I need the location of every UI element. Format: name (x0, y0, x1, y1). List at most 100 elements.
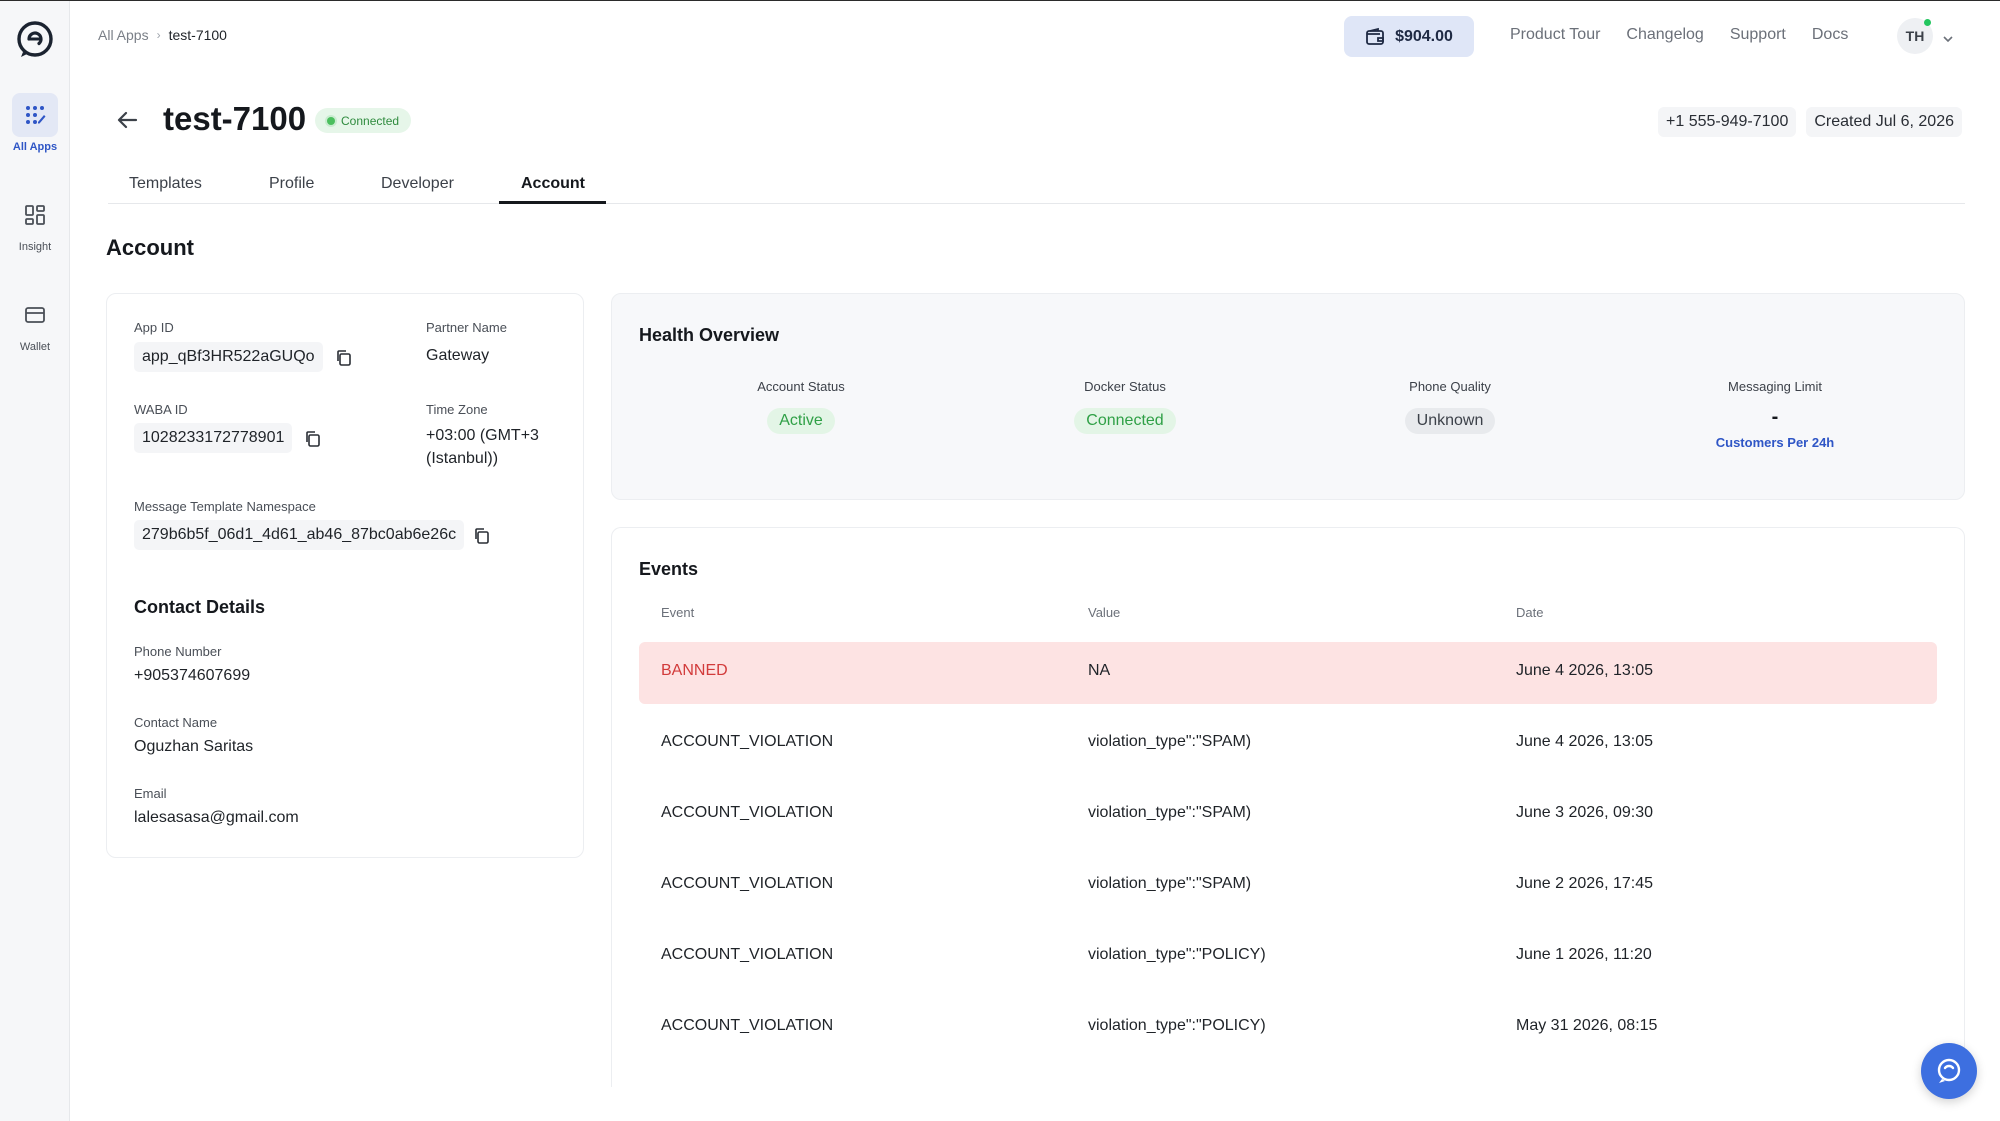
chevron-right-icon: › (156, 28, 161, 42)
docker-status-badge: Connected (1074, 408, 1176, 434)
health-overview-title: Health Overview (639, 325, 780, 345)
apps-icon (12, 93, 58, 137)
event-date: June 4 2026, 13:05 (1516, 662, 1654, 679)
window-top-border (0, 0, 2000, 1)
account-status-badge: Active (767, 408, 835, 434)
brand-logo-icon[interactable] (15, 19, 55, 59)
support-link[interactable]: Support (1730, 26, 1786, 44)
table-row: ACCOUNT_VIOLATION violation_type":"POLIC… (639, 997, 1937, 1059)
tab-bar: Templates Profile Developer Account (108, 165, 1965, 204)
status-badge: Connected (315, 108, 412, 133)
product-tour-link[interactable]: Product Tour (1510, 26, 1600, 44)
user-avatar[interactable]: TH (1897, 18, 1933, 54)
sidebar-item-insight[interactable]: Insight (0, 193, 70, 253)
event-value: violation_type":"POLICY) (1088, 946, 1266, 963)
contact-email-label: Email (134, 786, 167, 801)
sidebar-item-label: Insight (18, 241, 52, 253)
app-meta: +1 555-949-7100 Created Jul 6, 2026 (1658, 107, 1962, 137)
changelog-link[interactable]: Changelog (1626, 26, 1703, 44)
status-badge-label: Connected (341, 113, 400, 128)
messaging-limit-value: - (1771, 406, 1779, 428)
event-value: violation_type":"POLICY) (1088, 1017, 1266, 1034)
chat-icon (1937, 1058, 1961, 1083)
event-date: June 2 2026, 17:45 (1516, 875, 1654, 892)
sidebar-item-wallet[interactable]: Wallet (0, 293, 70, 353)
time-zone-label: Time Zone (426, 402, 488, 417)
online-status-dot (1924, 19, 1931, 26)
time-zone-value-line1: +03:00 (GMT+3 (426, 427, 539, 444)
waba-id-label: WABA ID (134, 402, 188, 417)
active-tab-indicator (499, 201, 606, 204)
event-date: May 31 2026, 08:15 (1516, 1017, 1658, 1034)
tab-developer[interactable]: Developer (381, 175, 454, 193)
sidebar-item-label: All Apps (12, 141, 58, 153)
breadcrumb: All Apps › test-7100 (98, 27, 227, 43)
contact-details-title: Contact Details (134, 597, 266, 617)
app-id-value: app_qBf3HR522aGUQo (134, 342, 323, 372)
table-row: BANNED NA June 4 2026, 13:05 (639, 642, 1937, 704)
table-row: ACCOUNT_VIOLATION violation_type":"POLIC… (639, 926, 1937, 988)
card-icon (12, 293, 58, 337)
event-date: June 1 2026, 11:20 (1516, 946, 1652, 963)
wallet-balance: $904.00 (1395, 27, 1453, 45)
breadcrumb-current: test-7100 (168, 27, 227, 43)
phone-quality-label: Phone Quality (1409, 379, 1491, 394)
copy-icon[interactable] (473, 527, 491, 550)
wallet-balance-button[interactable]: $904.00 (1344, 16, 1474, 57)
event-date: June 4 2026, 13:05 (1516, 733, 1654, 750)
sidebar: All Apps Insight Wallet (0, 1, 70, 1121)
app-phone-number: +1 555-949-7100 (1658, 107, 1797, 137)
events-card: Events Event Value Date BANNED NA June 4… (611, 527, 1965, 1087)
table-row: ACCOUNT_VIOLATION violation_type":"SPAM)… (639, 855, 1937, 917)
events-column-date: Date (1516, 605, 1544, 620)
events-title: Events (639, 559, 699, 579)
copy-icon[interactable] (335, 349, 353, 372)
table-row: ACCOUNT_VIOLATION violation_type":"SPAM)… (639, 784, 1937, 846)
contact-name-value: Oguzhan Saritas (134, 738, 254, 755)
events-column-event: Event (661, 605, 695, 620)
tab-templates[interactable]: Templates (129, 175, 202, 193)
event-name: ACCOUNT_VIOLATION (661, 1017, 834, 1034)
tab-account[interactable]: Account (521, 175, 585, 193)
table-row: ACCOUNT_VIOLATION violation_type":"SPAM)… (639, 713, 1937, 775)
event-value: violation_type":"SPAM) (1088, 733, 1252, 750)
namespace-label: Message Template Namespace (134, 499, 316, 514)
sidebar-item-label: Wallet (19, 341, 51, 353)
docker-status: Docker Status Connected (1025, 379, 1225, 434)
customers-per-24h-link[interactable]: Customers Per 24h (1675, 435, 1875, 450)
namespace-value: 279b6b5f_06d1_4d61_ab46_87bc0ab6e26c (134, 520, 465, 550)
docker-status-label: Docker Status (1084, 379, 1166, 394)
event-value: violation_type":"SPAM) (1088, 875, 1252, 892)
event-name: ACCOUNT_VIOLATION (661, 875, 834, 892)
account-details-card: App ID app_qBf3HR522aGUQo Partner Name G… (106, 293, 584, 858)
docs-link[interactable]: Docs (1812, 26, 1848, 44)
partner-name-value: Gateway (426, 347, 490, 364)
sidebar-item-all-apps[interactable]: All Apps (0, 93, 70, 153)
grid-icon (12, 193, 58, 237)
health-overview-card: Health Overview Account Status Active Do… (611, 293, 1965, 500)
event-date: June 3 2026, 09:30 (1516, 804, 1654, 821)
events-column-value: Value (1088, 605, 1121, 620)
partner-name-label: Partner Name (426, 320, 507, 335)
section-title: Account (106, 235, 194, 260)
page-title: test-7100 (163, 100, 307, 137)
event-name: ACCOUNT_VIOLATION (661, 804, 834, 821)
chevron-down-icon[interactable] (1943, 30, 1953, 48)
account-status-label: Account Status (757, 379, 845, 394)
event-name: ACCOUNT_VIOLATION (661, 946, 834, 963)
top-nav-links: Product Tour Changelog Support Docs (1510, 26, 1848, 44)
event-value: violation_type":"SPAM) (1088, 804, 1252, 821)
event-value: NA (1088, 662, 1111, 679)
back-arrow-icon[interactable] (116, 108, 140, 137)
tab-profile[interactable]: Profile (269, 175, 314, 193)
contact-name-label: Contact Name (134, 715, 218, 730)
copy-icon[interactable] (304, 430, 322, 453)
event-name: BANNED (661, 662, 728, 679)
breadcrumb-root-link[interactable]: All Apps (98, 27, 149, 43)
contact-phone-label: Phone Number (134, 644, 222, 659)
app-id-label: App ID (134, 320, 174, 335)
phone-quality-badge: Unknown (1404, 408, 1496, 434)
messaging-limit: Messaging Limit - Customers Per 24h (1675, 379, 1875, 450)
messaging-limit-label: Messaging Limit (1728, 379, 1822, 394)
chat-support-button[interactable] (1921, 1043, 1977, 1099)
